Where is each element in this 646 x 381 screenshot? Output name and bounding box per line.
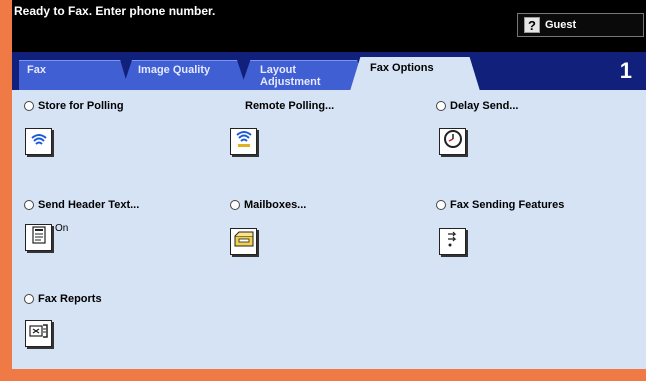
remote-polling-button[interactable]: [230, 128, 257, 155]
tab-bar: Fax Image Quality Layout Adjustment Fax …: [12, 52, 646, 91]
guest-label: Guest: [545, 19, 577, 31]
fax-sending-features-radio[interactable]: [436, 200, 446, 210]
send-header-text-value: On: [55, 223, 69, 234]
store-for-polling-button[interactable]: [25, 128, 52, 155]
tab-fax[interactable]: Fax: [19, 60, 129, 90]
fax-reports-radio[interactable]: [24, 294, 34, 304]
tab-layout-adjustment[interactable]: Layout Adjustment: [240, 60, 370, 90]
fax-reports-label: Fax Reports: [38, 293, 102, 305]
send-header-text-option[interactable]: Send Header Text...: [24, 199, 139, 211]
delay-send-label: Delay Send...: [450, 100, 519, 112]
tab-layout-label-line1: Layout: [260, 64, 297, 76]
status-bar: Ready to Fax. Enter phone number. ? Gues…: [12, 0, 646, 52]
tab-fax-label: Fax: [27, 64, 46, 76]
mailboxes-label: Mailboxes...: [244, 199, 307, 211]
mailboxes-radio[interactable]: [230, 200, 240, 210]
polling-store-icon: [29, 130, 49, 153]
delay-send-button[interactable]: [439, 128, 466, 155]
send-header-text-button[interactable]: [25, 224, 52, 251]
fax-sending-features-option[interactable]: Fax Sending Features: [436, 199, 564, 211]
mailboxes-button[interactable]: [230, 228, 257, 255]
guest-button[interactable]: ? Guest: [517, 13, 644, 37]
mailboxes-option[interactable]: Mailboxes...: [230, 199, 306, 211]
page-number: 1: [619, 58, 632, 83]
send-header-text-radio[interactable]: [24, 200, 34, 210]
clock-icon: [443, 129, 463, 154]
fax-report-icon: [28, 322, 50, 345]
remote-polling-label: Remote Polling...: [245, 100, 335, 112]
tab-image-quality[interactable]: Image Quality: [122, 60, 247, 90]
fax-reports-button[interactable]: [25, 320, 52, 347]
store-for-polling-radio[interactable]: [24, 101, 34, 111]
guest-help-icon: ?: [524, 17, 540, 33]
send-header-text-label: Send Header Text...: [38, 199, 140, 211]
delay-send-option[interactable]: Delay Send...: [436, 100, 518, 112]
fax-reports-option[interactable]: Fax Reports: [24, 293, 102, 305]
status-message: Ready to Fax. Enter phone number.: [14, 4, 216, 18]
fax-screen: Ready to Fax. Enter phone number. ? Gues…: [12, 0, 646, 369]
tab-fax-options[interactable]: Fax Options: [350, 57, 480, 91]
remote-polling-icon: [234, 129, 254, 154]
store-for-polling-label: Store for Polling: [38, 100, 124, 112]
fax-options-panel: Store for Polling Remote Polling... Dela…: [12, 90, 646, 369]
fax-sending-features-button[interactable]: [439, 228, 466, 255]
sending-features-icon: [446, 230, 460, 253]
remote-polling-option[interactable]: Remote Polling...: [245, 100, 334, 112]
store-for-polling-option[interactable]: Store for Polling: [24, 100, 124, 112]
tab-image-quality-label: Image Quality: [138, 64, 211, 76]
mailbox-icon: [233, 230, 255, 253]
delay-send-radio[interactable]: [436, 101, 446, 111]
tab-fax-options-label: Fax Options: [370, 62, 434, 74]
fax-sending-features-label: Fax Sending Features: [450, 199, 565, 211]
header-text-icon: [30, 226, 48, 249]
